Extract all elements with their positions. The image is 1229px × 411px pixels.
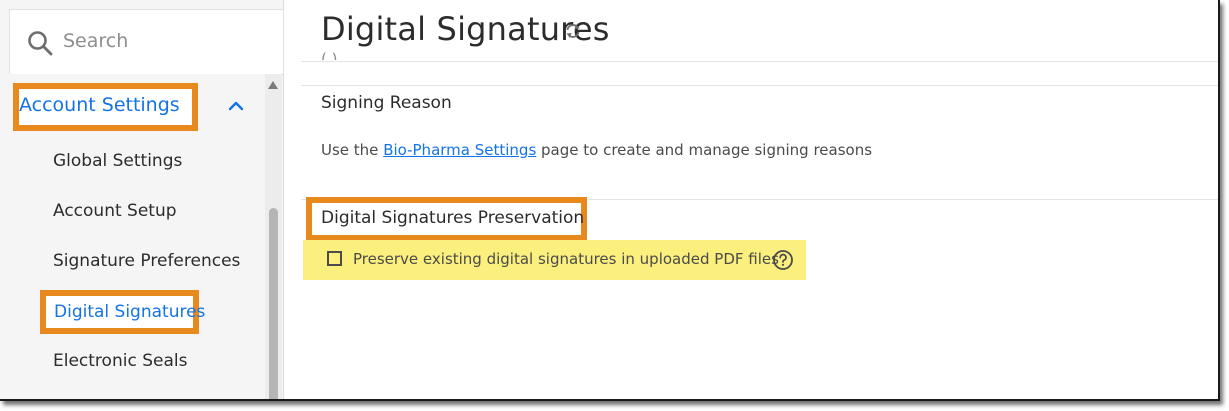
bio-pharma-settings-link[interactable]: Bio-Pharma Settings [383, 141, 536, 159]
preservation-title: Digital Signatures Preservation [321, 208, 585, 228]
sidebar-item-digital-signatures[interactable]: Digital Signatures [54, 302, 205, 322]
search-input[interactable]: Search [63, 30, 128, 52]
scroll-up-arrow-icon[interactable] [267, 80, 279, 90]
signing-reason-description: Use the Bio-Pharma Settings page to crea… [321, 141, 872, 159]
window: Search Account Settings Global Settings … [0, 0, 1220, 401]
help-icon[interactable] [772, 249, 794, 271]
preserve-signatures-checkbox[interactable] [327, 251, 342, 266]
sidebar-item-signature-preferences[interactable]: Signature Preferences [53, 251, 240, 271]
sidebar-item-global-settings[interactable]: Global Settings [53, 151, 182, 171]
search-box[interactable]: Search [9, 9, 284, 75]
title-divider [301, 61, 1218, 62]
sidebar-item-electronic-seals[interactable]: Electronic Seals [53, 351, 187, 371]
sidebar-item-account-setup[interactable]: Account Setup [53, 201, 177, 221]
refresh-icon[interactable] [564, 22, 582, 40]
desc-prefix: Use the [321, 141, 384, 159]
preserve-signatures-label[interactable]: Preserve existing digital signatures in … [353, 250, 779, 268]
chevron-up-icon[interactable] [227, 98, 245, 112]
scrollbar-thumb[interactable] [269, 208, 278, 399]
sidebar: Search Account Settings Global Settings … [0, 0, 284, 399]
account-settings-label[interactable]: Account Settings [19, 94, 180, 116]
search-icon [28, 31, 53, 56]
signing-reason-title: Signing Reason [321, 93, 452, 113]
cut-off-text: ( ) [321, 50, 338, 60]
main-content: Digital Signatures ( ) Signing Reason Us… [284, 0, 1218, 399]
desc-suffix: page to create and manage signing reason… [536, 141, 873, 159]
section-divider-1 [301, 85, 1218, 86]
